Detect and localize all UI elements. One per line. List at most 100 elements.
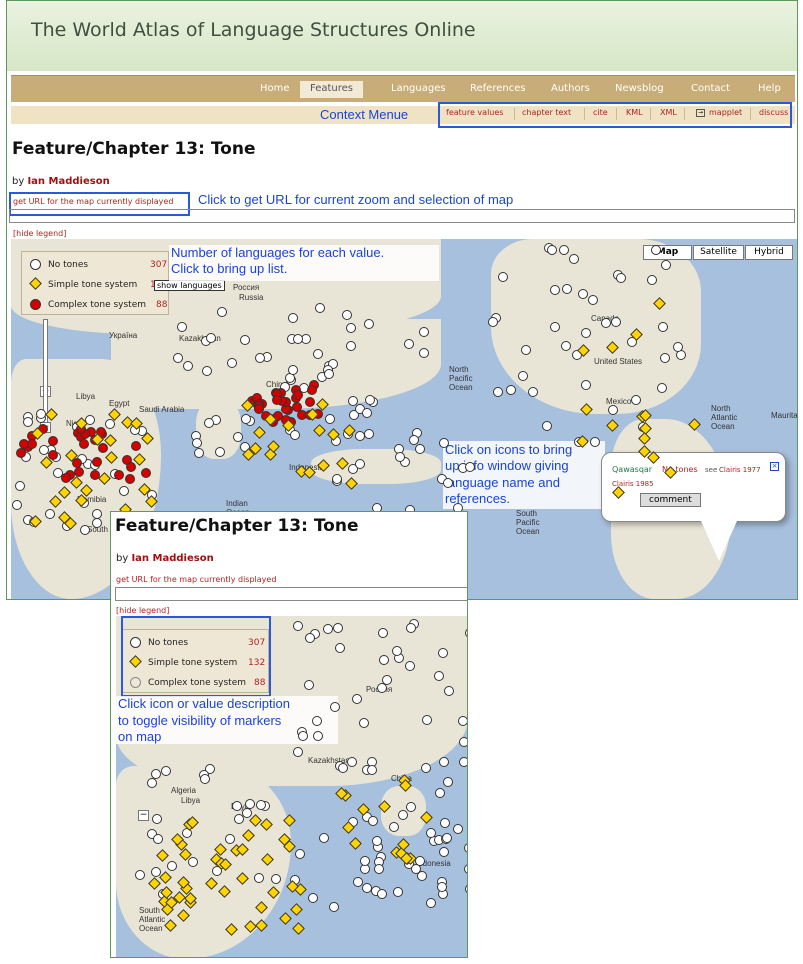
no-tones-marker[interactable] [289, 429, 300, 440]
no-tones-marker[interactable] [12, 499, 23, 510]
no-tones-marker[interactable] [547, 244, 558, 255]
simple-tone-marker[interactable] [278, 912, 292, 926]
inset-url-output-field[interactable] [115, 587, 467, 601]
complex-tone-marker[interactable] [97, 442, 108, 453]
nav-newsblog[interactable]: Newsblog [615, 83, 664, 94]
no-tones-marker[interactable] [118, 485, 129, 496]
simple-tone-marker[interactable] [313, 423, 327, 437]
inset-zoom-out-button[interactable]: − [138, 810, 149, 821]
complex-tone-marker[interactable] [140, 467, 151, 478]
no-tones-marker[interactable] [542, 420, 553, 431]
no-tones-marker[interactable] [457, 716, 467, 727]
no-tones-marker[interactable] [313, 348, 324, 359]
simple-tone-marker[interactable] [291, 922, 305, 936]
no-tones-marker[interactable] [194, 447, 205, 458]
no-tones-marker[interactable] [288, 312, 299, 323]
legend-label[interactable]: Simple tone system [48, 280, 137, 290]
url-output-field[interactable] [9, 209, 795, 223]
no-tones-marker[interactable] [459, 736, 467, 747]
no-tones-marker[interactable] [458, 757, 467, 768]
no-tones-marker[interactable] [373, 863, 384, 874]
no-tones-marker[interactable] [439, 757, 450, 768]
no-tones-marker[interactable] [647, 274, 658, 285]
no-tones-marker[interactable] [79, 525, 90, 536]
no-tones-marker[interactable] [493, 387, 504, 398]
no-tones-marker[interactable] [464, 462, 475, 473]
hide-legend-link[interactable]: [hide legend] [13, 229, 66, 238]
no-tones-marker[interactable] [465, 884, 467, 895]
no-tones-marker[interactable] [608, 404, 619, 415]
nav-contact[interactable]: Contact [691, 83, 730, 94]
no-tones-marker[interactable] [420, 762, 431, 773]
inset-hide-legend-link[interactable]: [hide legend] [116, 606, 169, 615]
no-tones-marker[interactable] [364, 429, 375, 440]
no-tones-marker[interactable] [335, 642, 346, 653]
simple-tone-marker[interactable] [348, 837, 362, 851]
comment-button[interactable]: comment [640, 493, 701, 507]
nav-home[interactable]: Home [260, 83, 290, 94]
no-tones-marker[interactable] [364, 318, 375, 329]
no-tones-marker[interactable] [362, 408, 373, 419]
maptype-satellite-button[interactable]: Satellite [693, 245, 744, 260]
legend-count[interactable]: 88 [156, 300, 167, 310]
no-tones-marker[interactable] [199, 773, 210, 784]
no-tones-marker[interactable] [371, 835, 382, 846]
no-tones-marker[interactable] [319, 832, 330, 843]
no-tones-marker[interactable] [438, 846, 449, 857]
no-tones-marker[interactable] [329, 902, 340, 913]
no-tones-marker[interactable] [294, 848, 305, 859]
no-tones-marker[interactable] [580, 379, 591, 390]
no-tones-marker[interactable] [104, 419, 115, 430]
no-tones-marker[interactable] [590, 436, 601, 447]
no-tones-marker[interactable] [600, 318, 611, 329]
no-tones-marker[interactable] [172, 352, 183, 363]
no-tones-marker[interactable] [488, 316, 499, 327]
no-tones-marker[interactable] [437, 647, 448, 658]
no-tones-marker[interactable] [345, 322, 356, 333]
legend-row-complex-tone[interactable]: Complex tone system 88 [22, 295, 168, 315]
inset-language-map[interactable]: Россия Kazakhstan China Algeria Libya Eg… [116, 616, 467, 957]
no-tones-marker[interactable] [672, 341, 683, 352]
white-circle-icon[interactable] [30, 259, 41, 270]
no-tones-marker[interactable] [408, 435, 419, 446]
no-tones-marker[interactable] [304, 679, 315, 690]
close-icon[interactable]: × [770, 462, 779, 471]
legend-count[interactable]: 307 [150, 260, 167, 270]
nav-languages[interactable]: Languages [391, 83, 446, 94]
no-tones-marker[interactable] [352, 693, 363, 704]
no-tones-marker[interactable] [241, 808, 252, 819]
no-tones-marker[interactable] [91, 517, 102, 528]
no-tones-marker[interactable] [360, 864, 371, 875]
complex-tone-marker[interactable] [18, 439, 29, 450]
no-tones-marker[interactable] [425, 897, 436, 908]
legend-row-no-tones[interactable]: No tones 307 [22, 255, 168, 275]
no-tones-marker[interactable] [442, 833, 453, 844]
no-tones-marker[interactable] [377, 627, 388, 638]
no-tones-marker[interactable] [147, 777, 158, 788]
nav-references[interactable]: References [470, 83, 526, 94]
no-tones-marker[interactable] [308, 893, 319, 904]
yellow-diamond-icon[interactable] [29, 277, 42, 290]
inset-get-url-link[interactable]: get URL for the map currently displayed [116, 575, 276, 584]
no-tones-marker[interactable] [293, 620, 303, 631]
no-tones-marker[interactable] [651, 244, 662, 255]
inset-author-link[interactable]: Ian Maddieson [131, 553, 213, 564]
red-circle-icon[interactable] [30, 299, 41, 310]
no-tones-marker[interactable] [304, 632, 315, 643]
nav-features[interactable]: Features [300, 81, 363, 98]
simple-tone-marker[interactable] [253, 426, 267, 440]
no-tones-marker[interactable] [661, 259, 672, 270]
no-tones-marker[interactable] [324, 414, 335, 425]
no-tones-marker[interactable] [161, 765, 172, 776]
no-tones-marker[interactable] [452, 823, 463, 834]
author-link[interactable]: Ian Maddieson [27, 176, 109, 187]
no-tones-marker[interactable] [527, 386, 538, 397]
no-tones-marker[interactable] [659, 352, 670, 363]
no-tones-marker[interactable] [391, 645, 402, 656]
no-tones-marker[interactable] [203, 417, 214, 428]
no-tones-marker[interactable] [345, 341, 356, 352]
no-tones-marker[interactable] [367, 816, 378, 827]
no-tones-marker[interactable] [439, 818, 450, 829]
no-tones-marker[interactable] [206, 332, 217, 343]
legend-label[interactable]: Complex tone system [48, 300, 146, 310]
